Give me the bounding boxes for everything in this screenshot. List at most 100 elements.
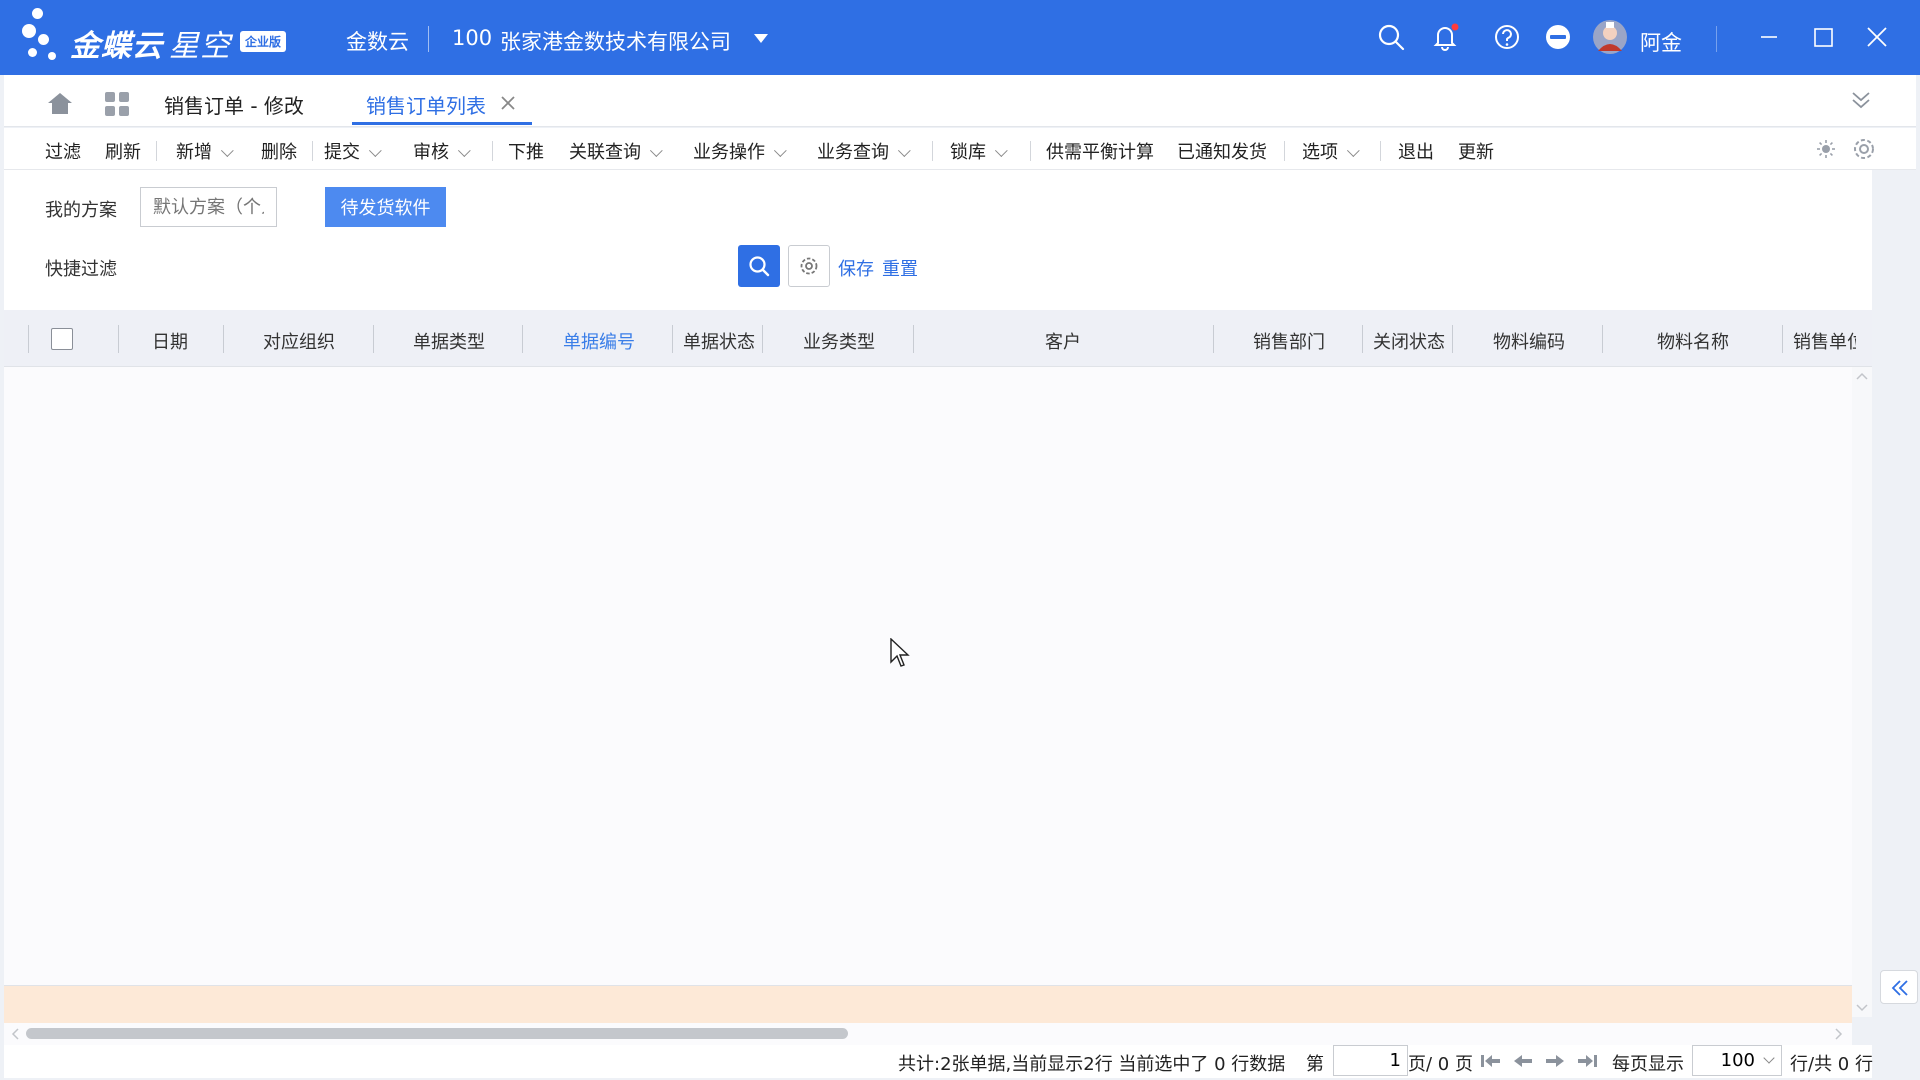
- sun-icon[interactable]: [1816, 139, 1836, 159]
- business-query-button[interactable]: 业务查询: [817, 138, 911, 164]
- org-group[interactable]: 金数云: [346, 26, 409, 56]
- help-icon[interactable]: [1492, 22, 1522, 52]
- minus-circle-icon[interactable]: [1543, 22, 1573, 52]
- search-icon[interactable]: [1376, 22, 1406, 52]
- horizontal-scrollbar[interactable]: [4, 1023, 1852, 1045]
- exit-button[interactable]: 退出: [1398, 138, 1434, 164]
- org-name[interactable]: 张家港金数技术有限公司: [500, 26, 731, 56]
- business-operation-button[interactable]: 业务操作: [693, 138, 787, 164]
- column-sales-dept[interactable]: 销售部门: [1253, 328, 1325, 354]
- horizontal-scroll-thumb[interactable]: [26, 1028, 848, 1039]
- tab-sales-order-edit[interactable]: 销售订单 - 修改: [164, 90, 304, 119]
- user-name[interactable]: 阿金: [1640, 27, 1682, 57]
- column-sales-unit[interactable]: 销售单位: [1793, 328, 1856, 354]
- column-material-code[interactable]: 物料编码: [1493, 328, 1565, 354]
- app-logo: 金蝶云 星空 企业版: [22, 8, 292, 68]
- column-divider: [1602, 325, 1603, 353]
- supply-demand-balance-button[interactable]: 供需平衡计算: [1046, 138, 1154, 164]
- apps-grid-icon[interactable]: [104, 91, 130, 117]
- scheme-button-pending-software[interactable]: 待发货软件: [325, 187, 446, 227]
- divider: [1030, 141, 1031, 161]
- column-divider: [1452, 325, 1453, 353]
- search-button[interactable]: [738, 245, 780, 287]
- home-icon[interactable]: [46, 91, 74, 115]
- search-icon: [749, 256, 770, 277]
- column-close-status[interactable]: 关闭状态: [1373, 328, 1445, 354]
- column-bill-no[interactable]: 单据编号: [563, 328, 635, 354]
- column-business-type[interactable]: 业务类型: [803, 328, 875, 354]
- filter-settings-button[interactable]: [788, 245, 830, 287]
- update-button[interactable]: 更新: [1458, 138, 1494, 164]
- column-customer[interactable]: 客户: [1045, 328, 1081, 354]
- chevron-double-left-icon: [1891, 980, 1908, 996]
- notified-shipment-button[interactable]: 已通知发货: [1177, 138, 1267, 164]
- gear-icon[interactable]: [1852, 137, 1876, 161]
- grid-body: [4, 367, 1872, 985]
- minimize-icon[interactable]: [1754, 22, 1784, 52]
- scroll-down-icon[interactable]: [1856, 1003, 1868, 1013]
- chevron-down-icon: [1763, 1052, 1775, 1064]
- column-bill-type[interactable]: 单据类型: [413, 328, 485, 354]
- column-divider: [1782, 325, 1783, 353]
- avatar[interactable]: [1592, 19, 1628, 55]
- bell-icon[interactable]: [1430, 22, 1460, 52]
- column-material-name[interactable]: 物料名称: [1657, 328, 1729, 354]
- column-divider: [223, 325, 224, 353]
- options-button[interactable]: 选项: [1302, 138, 1360, 164]
- vertical-scrollbar[interactable]: [1852, 367, 1872, 1017]
- prev-page-icon[interactable]: [1512, 1053, 1534, 1069]
- brand-sub: 星空: [169, 29, 231, 64]
- first-page-icon[interactable]: [1480, 1053, 1502, 1069]
- save-link[interactable]: 保存: [838, 255, 874, 281]
- column-divider: [522, 325, 523, 353]
- tab-close-icon[interactable]: [500, 95, 516, 111]
- grid-header: 日期 对应组织 单据类型 单据编号 单据状态 业务类型 客户 销售部门 关闭状态…: [4, 310, 1872, 367]
- close-icon[interactable]: [1862, 22, 1892, 52]
- chevron-down-icon: [457, 144, 471, 158]
- column-divider: [1362, 325, 1363, 353]
- next-page-icon[interactable]: [1544, 1053, 1566, 1069]
- audit-button[interactable]: 审核: [413, 138, 471, 164]
- scheme-input[interactable]: [140, 187, 277, 227]
- org-dropdown-icon[interactable]: [754, 34, 768, 43]
- scroll-left-icon[interactable]: [10, 1028, 20, 1040]
- reset-link[interactable]: 重置: [882, 255, 918, 281]
- chevron-down-icon: [220, 144, 234, 158]
- chevron-down-icon: [994, 144, 1008, 158]
- org-code[interactable]: 100: [452, 26, 492, 50]
- column-divider: [672, 325, 673, 353]
- page-prefix: 第: [1306, 1054, 1324, 1075]
- refresh-button[interactable]: 刷新: [105, 138, 141, 164]
- tab-sales-order-list[interactable]: 销售订单列表: [366, 90, 486, 119]
- maximize-icon[interactable]: [1808, 22, 1838, 52]
- filter-button[interactable]: 过滤: [45, 138, 81, 164]
- column-org[interactable]: 对应组织: [263, 328, 335, 354]
- push-down-button[interactable]: 下推: [508, 138, 544, 164]
- per-page-select[interactable]: 100: [1692, 1045, 1782, 1076]
- select-all-checkbox[interactable]: [51, 328, 73, 350]
- active-tab-indicator: [352, 122, 532, 125]
- divider: [492, 141, 493, 161]
- column-divider: [373, 325, 374, 353]
- column-divider: [762, 325, 763, 353]
- column-bill-status[interactable]: 单据状态: [683, 328, 755, 354]
- lock-stock-button[interactable]: 锁库: [950, 138, 1008, 164]
- submit-button[interactable]: 提交: [324, 138, 382, 164]
- gear-icon: [800, 257, 818, 275]
- column-divider: [913, 325, 914, 353]
- column-divider: [1213, 325, 1214, 353]
- divider: [312, 141, 313, 161]
- toolbar: 过滤 刷新 新增 删除 提交 审核 下推 关联查询 业务操作 业务查询 锁库 供…: [4, 128, 1916, 170]
- scroll-right-icon[interactable]: [1834, 1028, 1844, 1040]
- chevron-double-down-icon[interactable]: [1850, 89, 1872, 111]
- add-button[interactable]: 新增: [176, 138, 234, 164]
- filter-panel: 我的方案 待发货软件 快捷过滤 保存 重置: [4, 170, 1872, 310]
- related-query-button[interactable]: 关联查询: [569, 138, 663, 164]
- per-page-label: 每页显示: [1612, 1054, 1684, 1075]
- page-number-input[interactable]: [1333, 1045, 1408, 1076]
- column-date[interactable]: 日期: [152, 328, 188, 354]
- collapse-side-panel-button[interactable]: [1880, 970, 1918, 1004]
- scroll-up-icon[interactable]: [1856, 371, 1868, 381]
- last-page-icon[interactable]: [1576, 1053, 1598, 1069]
- delete-button[interactable]: 删除: [261, 138, 297, 164]
